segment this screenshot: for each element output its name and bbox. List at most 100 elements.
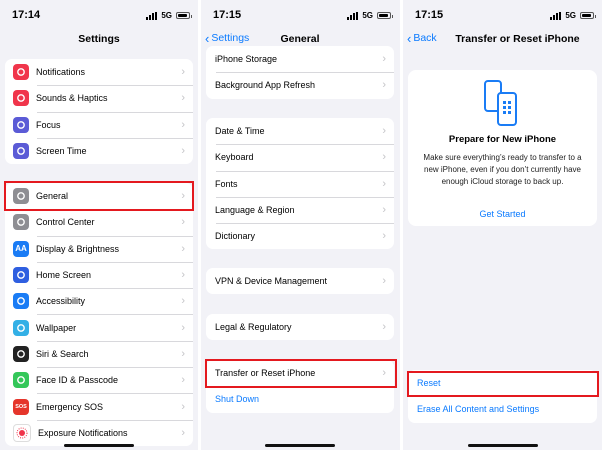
status-bar: 17:15 5G (201, 0, 399, 30)
settings-item-siri-and-search[interactable]: Siri & Search › (5, 340, 193, 367)
chevron-right-icon: › (181, 118, 185, 131)
settings-screen: 17:14 5G Settings Notifications › Sounds &… (0, 0, 198, 450)
status-icons: 5G (550, 11, 596, 20)
page-title: Settings (78, 33, 120, 45)
chevron-right-icon: › (382, 177, 386, 190)
settings-item-exposure-notifications[interactable]: Exposure Notifications › (5, 419, 193, 446)
general-group-storage: iPhone Storage › Background App Refresh › (206, 46, 394, 99)
erase-label: Erase All Content and Settings (417, 404, 540, 415)
chevron-right-icon: › (382, 230, 386, 243)
home-indicator (64, 444, 134, 447)
general-item-vpn-and-device-management[interactable]: VPN & Device Management › (206, 268, 394, 294)
highlight-transfer (205, 359, 397, 388)
general-group-locale: Date & Time › Keyboard › Fonts › Language & Re… (206, 118, 394, 250)
network-label: 5G (362, 11, 373, 20)
status-icons: 5G (146, 11, 192, 20)
settings-item-notifications[interactable]: Notifications › (5, 59, 193, 85)
moon-icon (13, 116, 29, 133)
accessibility-icon (13, 293, 29, 310)
general-group-legal: Legal & Regulatory › (206, 314, 394, 341)
erase-all-button[interactable]: Erase All Content and Settings (408, 396, 597, 422)
settings-item-control-center[interactable]: Control Center › (5, 209, 193, 235)
settings-item-screen-time[interactable]: Screen Time › (5, 137, 193, 164)
network-label: 5G (161, 11, 172, 20)
general-item-date-and-time[interactable]: Date & Time › (206, 118, 394, 144)
general-item-legal-and-regulatory[interactable]: Legal & Regulatory › (206, 314, 394, 340)
signal-icon (146, 11, 158, 20)
settings-item-label: Accessibility (36, 296, 86, 307)
general-item-dictionary[interactable]: Dictionary › (206, 223, 394, 249)
settings-item-face-id-and-passcode[interactable]: Face ID & Passcode › (5, 367, 193, 393)
chevron-right-icon: › (181, 374, 185, 387)
settings-item-label: Wallpaper (36, 322, 77, 333)
general-item-shut-down[interactable]: Shut Down (206, 386, 394, 412)
card-description: Make sure everything’s ready to transfer… (423, 153, 582, 186)
chevron-right-icon: › (181, 269, 185, 282)
settings-item-label: Exposure Notifications (38, 427, 128, 438)
battery-icon (176, 12, 192, 19)
general-item-label: Fonts (215, 178, 238, 189)
chevron-right-icon: › (181, 400, 185, 413)
settings-group-1: Notifications › Sounds & Haptics › Focus › Scr… (5, 59, 193, 165)
home-indicator (467, 444, 538, 447)
settings-item-emergency-sos[interactable]: SOS Emergency SOS › (5, 393, 193, 419)
chevron-right-icon: › (382, 53, 386, 66)
general-item-label: Language & Region (215, 205, 295, 216)
settings-item-label: Display & Brightness (36, 243, 120, 254)
general-item-label: Background App Refresh (215, 80, 316, 91)
chevron-right-icon: › (382, 204, 386, 217)
settings-item-label: Control Center (36, 217, 95, 228)
general-item-label: Dictionary (215, 231, 256, 242)
chevron-right-icon: › (181, 216, 185, 229)
general-item-label: iPhone Storage (215, 54, 278, 65)
signal-icon (347, 11, 359, 20)
status-bar: 17:15 5G (403, 0, 602, 30)
nav-bar: ‹ Back Transfer or Reset iPhone (403, 30, 602, 52)
siri-icon (13, 345, 29, 362)
settings-item-label: Screen Time (36, 146, 87, 157)
status-time: 17:15 (415, 9, 444, 21)
general-item-iphone-storage[interactable]: iPhone Storage › (206, 46, 394, 72)
chevron-right-icon: › (181, 145, 185, 158)
general-item-background-app-refresh[interactable]: Background App Refresh › (206, 72, 394, 98)
chevron-right-icon: › (382, 151, 386, 164)
general-item-fonts[interactable]: Fonts › (206, 170, 394, 197)
settings-group-2: General › Control Center › AA Display & Brigh… (5, 183, 193, 446)
two-phones-icon (483, 80, 517, 126)
chevron-right-icon: › (382, 125, 386, 138)
speaker-icon (13, 90, 29, 107)
status-time: 17:15 (213, 9, 242, 21)
chevron-right-icon: › (181, 66, 185, 79)
settings-item-label: Emergency SOS (36, 401, 104, 412)
settings-item-sounds-and-haptics[interactable]: Sounds & Haptics › (5, 85, 193, 111)
settings-item-label: Face ID & Passcode (36, 375, 119, 386)
flower-icon (13, 319, 29, 336)
chevron-right-icon: › (382, 79, 386, 92)
general-item-label: Date & Time (215, 126, 265, 137)
prepare-card: Prepare for New iPhone Make sure everyth… (408, 70, 597, 226)
settings-item-label: Sounds & Haptics (36, 93, 108, 104)
sos-icon: SOS (13, 398, 29, 415)
general-group-vpn: VPN & Device Management › (206, 268, 394, 295)
chevron-right-icon: › (181, 426, 185, 439)
page-title: Transfer or Reset iPhone (455, 33, 580, 45)
settings-item-home-screen[interactable]: Home Screen › (5, 261, 193, 288)
highlight-general (4, 181, 194, 211)
settings-item-focus[interactable]: Focus › (5, 111, 193, 138)
settings-item-wallpaper[interactable]: Wallpaper › (5, 314, 193, 340)
chevron-right-icon: › (181, 295, 185, 308)
get-started-button[interactable]: Get Started (408, 209, 597, 219)
general-item-language-and-region[interactable]: Language & Region › (206, 196, 394, 223)
chevron-right-icon: › (181, 92, 185, 105)
bell-icon (13, 64, 29, 81)
settings-item-display-and-brightness[interactable]: AA Display & Brightness › (5, 235, 193, 262)
general-screen: 17:15 5G ‹ Settings General iPhone Storag… (201, 0, 399, 450)
app-grid-icon (13, 267, 29, 284)
general-item-keyboard[interactable]: Keyboard › (206, 144, 394, 170)
settings-item-label: Focus (36, 119, 61, 130)
page-title: General (280, 33, 320, 45)
general-item-label: VPN & Device Management (215, 276, 328, 287)
settings-item-accessibility[interactable]: Accessibility › (5, 288, 193, 314)
status-bar: 17:14 5G (0, 0, 198, 30)
chevron-right-icon: › (181, 321, 185, 334)
